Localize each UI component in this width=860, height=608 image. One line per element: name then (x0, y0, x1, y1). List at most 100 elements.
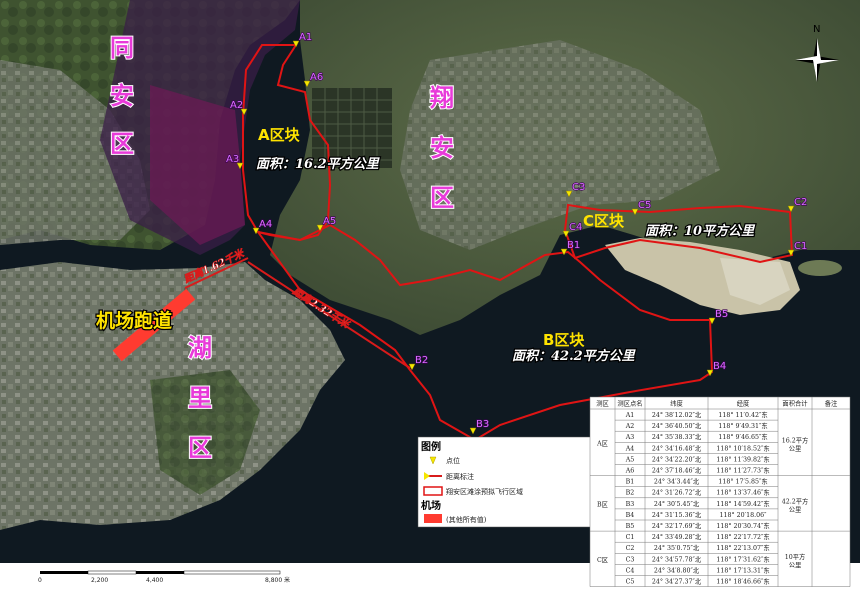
map-canvas[interactable]: 同 安 区 翔 安 区 湖 里 区 A区块 面积：16.2平方公里 B区块 面积… (0, 0, 860, 608)
point-label-b3: B3 (476, 419, 489, 430)
table-cell: 24° 35′38.33″北 (652, 433, 702, 441)
table-cell: C2 (626, 545, 635, 552)
district-xiangan-1: 翔 (430, 84, 454, 112)
table-cell: 24° 35′0.75″北 (654, 544, 700, 552)
table-cell: 118° 17′5.85″东 (718, 477, 767, 486)
table-cell: 24° 33′49.28″北 (652, 533, 702, 541)
table-cell: 24° 37′18.46″北 (652, 467, 702, 475)
table-cell: 24° 31′26.72″北 (652, 489, 702, 497)
table-header-cell: 备注 (825, 399, 838, 408)
table-cell: 24° 30′5.45″北 (654, 500, 700, 508)
point-label-c1: C1 (794, 241, 807, 252)
point-label-a5: A5 (323, 216, 336, 227)
table-cell: 118° 17′31.62″东 (716, 554, 769, 563)
district-huli-3: 区 (188, 434, 212, 462)
table-cell: A5 (625, 456, 635, 463)
table-header-cell: 纬度 (670, 399, 683, 408)
point-label-b2: B2 (415, 355, 428, 366)
table-cell: 24° 38′12.02″北 (652, 411, 702, 419)
scale-tick-0: 0 (38, 577, 42, 584)
block-a-title: A区块 (258, 126, 301, 144)
block-a-area: 面积：16.2平方公里 (256, 156, 381, 172)
table-cell: 24° 34′16.48″北 (652, 444, 702, 452)
table-cell: 24° 31′15.36″北 (652, 511, 702, 519)
legend-airport-item: (其他所有值) (446, 515, 487, 524)
table-cell: 118° 11′0.42″东 (718, 410, 767, 419)
table-cell: B2 (626, 490, 635, 497)
table-cell: 24° 34′57.78″北 (652, 555, 702, 563)
block-c-area: 面积：10平方公里 (645, 223, 756, 239)
point-label-a6: A6 (310, 72, 323, 83)
district-tongan-1: 同 (110, 34, 134, 62)
district-xiangan-3: 区 (430, 184, 454, 212)
table-cell: 24° 36′40.50″北 (652, 422, 702, 430)
table-cell: 118° 20′30.74″东 (716, 521, 769, 530)
point-label-a2: A2 (230, 100, 243, 111)
legend-item-distance: 距离标注 (446, 472, 474, 481)
table-cell: B5 (626, 523, 635, 530)
table-cell: B1 (626, 479, 635, 486)
table-area-cell: 10平方 (785, 552, 806, 561)
point-label-b4: B4 (713, 361, 726, 372)
scale-tick-2: 4,400 (146, 577, 163, 584)
table-cell: 118° 9′46.65″东 (718, 432, 767, 441)
point-label-c4: C4 (569, 222, 582, 233)
table-cell: B3 (626, 501, 635, 508)
table-cell: A2 (625, 423, 635, 430)
table-cell: 24° 34′27.37″北 (652, 578, 702, 586)
table-zone-cell: A区 (596, 439, 608, 447)
legend-airport-title: 机场 (421, 499, 441, 512)
table-cell: 118° 10′18.52″东 (716, 443, 769, 452)
table-cell: 118° 11′27.73″东 (716, 466, 769, 475)
scale-tick-1: 2,200 (91, 577, 108, 584)
table-header-cell: 测区 (596, 400, 609, 408)
islet (798, 260, 842, 276)
table-cell: 118° 20′18.06″ (720, 512, 768, 519)
point-label-c5: C5 (638, 200, 651, 211)
table-cell: 118° 14′59.42″东 (716, 499, 769, 508)
table-area-cell: 公里 (789, 444, 802, 452)
coordinate-table: 测区 测区点名 纬度 经度 面积合计 备注 A1 24° 38′12.02″北 118° 11′… (589, 396, 851, 587)
block-b-area: 面积：42.2平方公里 (512, 348, 637, 364)
table-cell: B4 (626, 512, 635, 519)
district-xiangan-2: 安 (430, 134, 454, 162)
district-tongan-2: 安 (110, 82, 134, 110)
legend: 图例 点位 距离标注 翔安区滩涂预拟飞行区域 机场 (其他所有值) (417, 436, 603, 528)
district-huli-2: 里 (188, 384, 212, 412)
legend-item-point: 点位 (446, 456, 460, 465)
runway-label: 机场跑道 (96, 309, 172, 332)
table-zone-cell: B区 (597, 500, 608, 508)
legend-title: 图例 (421, 440, 441, 453)
table-cell: 118° 17′13.31″东 (716, 565, 769, 574)
table-cell: 118° 11′39.82″东 (716, 454, 769, 463)
table-area-cell: 公里 (789, 561, 802, 569)
point-label-c3: C3 (572, 182, 585, 193)
district-huli-1: 湖 (188, 334, 212, 362)
table-header-cell: 经度 (737, 399, 750, 408)
table-cell: 118° 22′17.72″东 (716, 532, 769, 541)
point-label-b1: B1 (567, 240, 580, 251)
block-b-title: B区块 (543, 331, 585, 349)
table-cell: A6 (625, 468, 635, 475)
point-label-c2: C2 (794, 197, 807, 208)
table-cell: C4 (626, 567, 635, 574)
table-cell: 118° 22′13.07″东 (716, 543, 769, 552)
scale-tick-3: 8,800 (265, 577, 282, 584)
point-label-b5: B5 (715, 309, 728, 320)
table-area-cell: 16.2平方 (782, 435, 809, 444)
table-cell: 24° 34′3.44″北 (654, 478, 700, 486)
point-label-a3: A3 (226, 154, 239, 165)
compass-north-label: N (813, 24, 820, 35)
table-cell: A4 (625, 445, 635, 452)
table-area-cell: 公里 (789, 505, 802, 513)
legend-item-area: 翔安区滩涂预拟飞行区域 (446, 487, 523, 496)
table-cell: 24° 34′22.20″北 (652, 455, 702, 463)
table-cell: A1 (625, 412, 635, 419)
block-c-title: C区块 (583, 212, 625, 230)
compass-rose: N (795, 24, 839, 82)
scale-unit: 米 (284, 576, 290, 584)
table-cell: 118° 18′46.66″东 (716, 577, 769, 586)
table-area-cell: 42.2平方 (782, 496, 809, 505)
table-cell: 118° 13′37.46″东 (716, 488, 769, 497)
table-cell: A3 (625, 434, 635, 441)
